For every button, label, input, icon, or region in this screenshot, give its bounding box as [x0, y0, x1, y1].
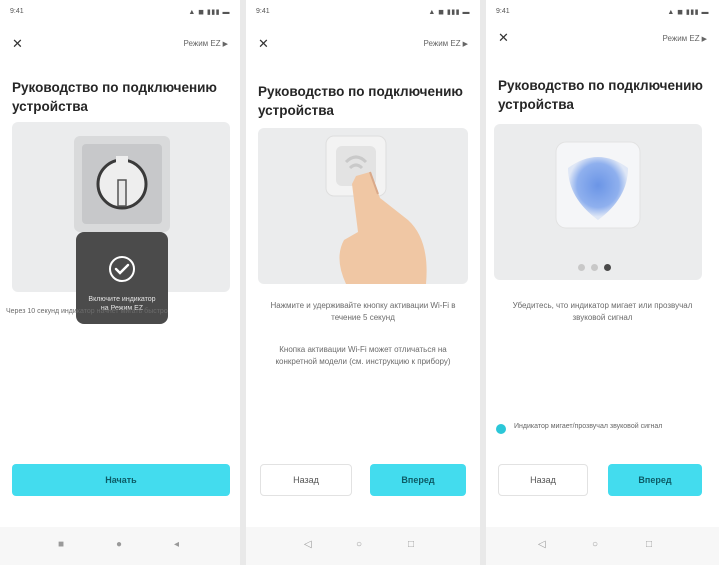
indicator-illustration [494, 124, 702, 280]
wifi-button-illustration [258, 128, 468, 284]
next-button[interactable]: Вперед [370, 464, 466, 496]
status-icons: ▲ ◼ ▮▮▮ ▬ [188, 9, 230, 16]
hand-press-icon [325, 135, 427, 284]
status-time: 9:41 [10, 8, 24, 15]
check-circle-icon [109, 256, 135, 282]
page-title: Руководство по подключению устройства [498, 78, 703, 112]
home-icon[interactable]: ● [116, 539, 122, 550]
status-bar: 9:41 ▲ ◼ ▮▮▮ ▬ [256, 8, 470, 20]
mode-label: Режим EZ [423, 39, 461, 48]
chevron-right-icon: ▶ [462, 41, 468, 48]
blinking-indicator-icon [555, 141, 641, 229]
close-icon[interactable]: ✕ [258, 36, 269, 52]
checkbox-label: Индикатор мигает/прозвучал звуковой сигн… [514, 423, 663, 430]
back-button[interactable]: Назад [260, 464, 352, 496]
close-icon[interactable]: ✕ [498, 30, 509, 46]
status-icons: ▲ ◼ ▮▮▮ ▬ [667, 9, 709, 16]
menu-icon[interactable]: ■ [58, 539, 64, 550]
page-title: Руководство по подключению устройства [12, 80, 217, 114]
screen-2: 9:41 ▲ ◼ ▮▮▮ ▬ ✕ Режим EZ ▶ Руководство п… [246, 0, 480, 565]
radio-checked-icon[interactable] [496, 424, 506, 434]
back-button[interactable]: Назад [498, 464, 588, 496]
back-icon[interactable]: ◂ [174, 539, 179, 550]
recents-icon[interactable]: □ [646, 539, 652, 550]
system-nav-bar: ◁ ○ □ [246, 527, 480, 565]
mode-selector[interactable]: Режим EZ ▶ [663, 34, 708, 43]
status-icons: ▲ ◼ ▮▮▮ ▬ [428, 9, 470, 16]
pager-dot [591, 264, 598, 271]
status-bar: 9:41 ▲ ◼ ▮▮▮ ▬ [10, 8, 230, 20]
note-text: Кнопка активации Wi-Fi может отличаться … [275, 345, 451, 366]
chevron-right-icon: ▶ [222, 41, 228, 48]
pager-dot [578, 264, 585, 271]
next-button[interactable]: Вперед [608, 464, 702, 496]
caption: Через 10 секунд индикатор начнет мигать … [6, 308, 168, 315]
start-button[interactable]: Начать [12, 464, 230, 496]
back-icon[interactable]: ◁ [538, 539, 546, 550]
home-icon[interactable]: ○ [356, 539, 362, 550]
recents-icon[interactable]: □ [408, 539, 414, 550]
chevron-right-icon: ▶ [701, 36, 707, 43]
screen-3: 9:41 ▲ ◼ ▮▮▮ ▬ ✕ Режим EZ ▶ Руководство п… [486, 0, 719, 565]
system-nav-bar: ◁ ○ □ [486, 527, 719, 565]
mode-label: Режим EZ [662, 34, 700, 43]
mode-selector[interactable]: Режим EZ ▶ [184, 39, 229, 48]
status-time: 9:41 [496, 8, 510, 15]
home-icon[interactable]: ○ [592, 539, 598, 550]
instruction-text: Убедитесь, что индикатор мигает или проз… [512, 301, 693, 322]
pager-dot-active [604, 264, 611, 271]
status-time: 9:41 [256, 8, 270, 15]
instruction-text: Нажмите и удерживайте кнопку активации W… [270, 301, 456, 322]
pager-dots [578, 264, 611, 271]
page-title: Руководство по подключению устройства [258, 84, 463, 118]
status-bar: 9:41 ▲ ◼ ▮▮▮ ▬ [496, 8, 709, 20]
close-icon[interactable]: ✕ [12, 36, 23, 52]
screen-1: 9:41 ▲ ◼ ▮▮▮ ▬ ✕ Режим EZ ▶ Руководство п… [0, 0, 240, 565]
indicator-confirm-checkbox[interactable]: Индикатор мигает/прозвучал звуковой сигн… [496, 422, 699, 434]
system-nav-bar: ■ ● ◂ [0, 527, 240, 565]
back-icon[interactable]: ◁ [304, 539, 312, 550]
mode-label: Режим EZ [183, 39, 221, 48]
mode-selector[interactable]: Режим EZ ▶ [424, 39, 469, 48]
